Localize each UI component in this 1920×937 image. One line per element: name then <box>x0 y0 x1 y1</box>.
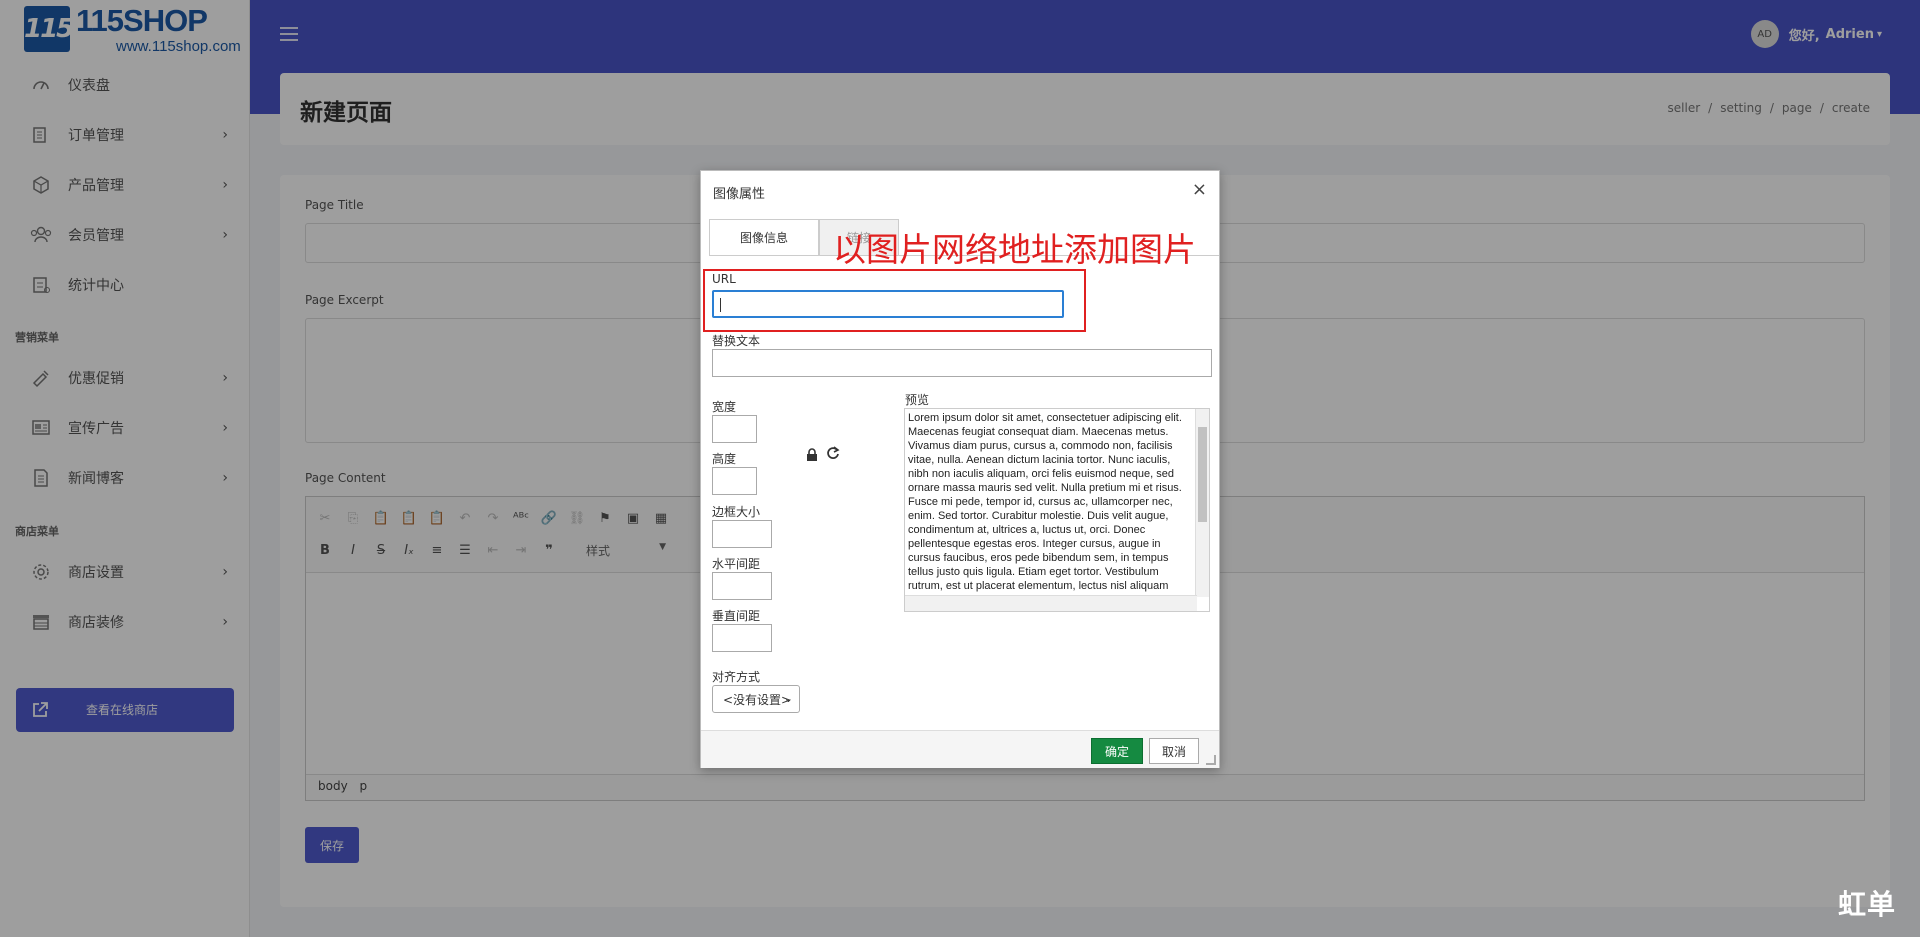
annotation-text: 以图片网络地址添加图片 <box>833 230 1196 269</box>
alt-text-input[interactable] <box>712 349 1212 377</box>
watermark: 虹单 <box>1838 888 1897 921</box>
image-preview-box: Lorem ipsum dolor sit amet, consectetuer… <box>904 408 1210 612</box>
reset-size-icon[interactable] <box>826 446 840 464</box>
align-select[interactable]: <没有设置> ⌄ <box>712 685 800 713</box>
horizontal-scrollbar[interactable] <box>905 595 1197 611</box>
url-label: URL <box>712 272 736 286</box>
cancel-button[interactable]: 取消 <box>1149 738 1199 764</box>
scroll-thumb[interactable] <box>1198 427 1207 522</box>
resize-handle-icon[interactable] <box>1206 755 1216 765</box>
preview-text: Lorem ipsum dolor sit amet, consectetuer… <box>908 412 1182 606</box>
width-label: 宽度 <box>712 400 737 414</box>
align-select-value: <没有设置> <box>723 692 792 707</box>
alt-text-label: 替换文本 <box>712 334 761 348</box>
width-input[interactable] <box>712 415 757 443</box>
tab-image-info[interactable]: 图像信息 <box>709 219 819 255</box>
dialog-title: 图像属性 <box>713 187 766 202</box>
url-input[interactable] <box>712 290 1064 318</box>
hspace-input[interactable] <box>712 572 772 600</box>
align-label: 对齐方式 <box>712 670 761 684</box>
height-label: 高度 <box>712 452 737 466</box>
vspace-label: 垂直间距 <box>712 609 761 623</box>
ok-button[interactable]: 确定 <box>1091 738 1143 764</box>
close-icon[interactable]: × <box>1192 179 1207 200</box>
lock-ratio-icon[interactable] <box>806 448 818 465</box>
vspace-input[interactable] <box>712 624 772 652</box>
border-label: 边框大小 <box>712 505 761 519</box>
border-input[interactable] <box>712 520 772 548</box>
dialog-footer: 确定 取消 <box>701 730 1219 768</box>
preview-label: 预览 <box>905 393 930 407</box>
height-input[interactable] <box>712 467 757 495</box>
hspace-label: 水平间距 <box>712 557 761 571</box>
image-properties-dialog: 图像属性 × 图像信息 链接 以图片网络地址添加图片 URL 替换文本 宽度 高… <box>700 170 1220 768</box>
chevron-down-icon: ⌄ <box>783 692 793 705</box>
text-cursor <box>720 298 721 312</box>
vertical-scrollbar[interactable] <box>1195 409 1209 597</box>
